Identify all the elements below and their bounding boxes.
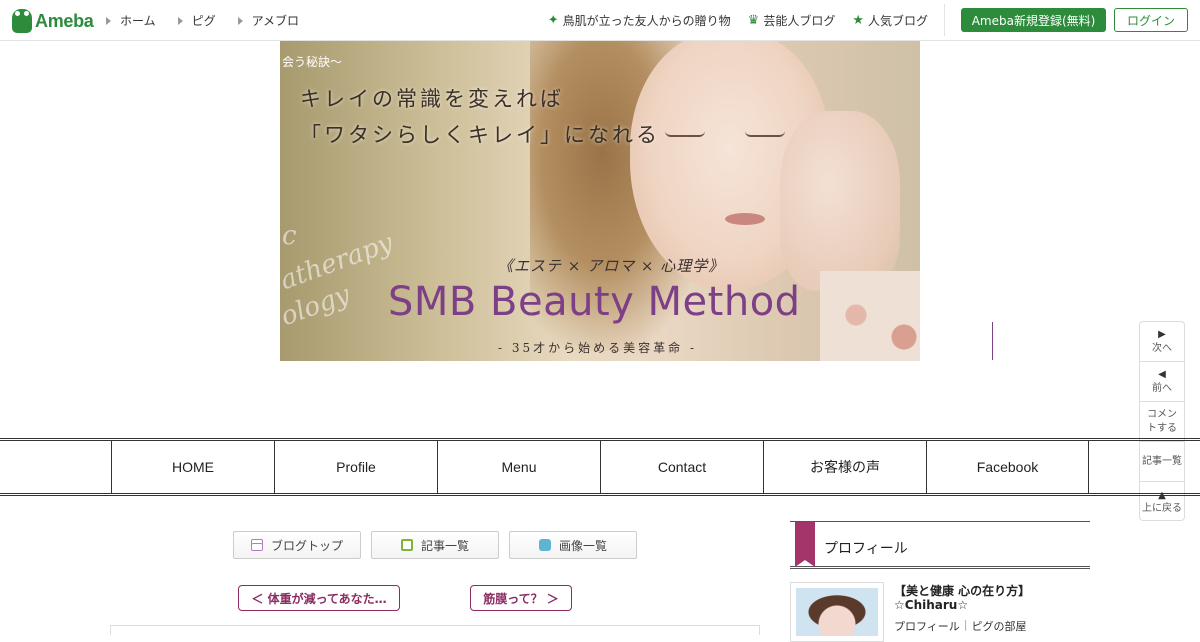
nav-ameblo[interactable]: アメブロ: [237, 12, 300, 29]
blog-top-label: ブログトップ: [270, 538, 343, 553]
nav-pigg-label: ピグ: [191, 14, 216, 28]
entry-list-tool-button[interactable]: 記事一覧: [371, 531, 499, 559]
caret-right-icon: [237, 16, 243, 25]
nav-pigg[interactable]: ピグ: [177, 12, 216, 29]
banner-tagline: - 35才から始める美容革命 -: [498, 341, 698, 355]
logo-text: Ameba: [35, 10, 94, 31]
nav-featured-label: 鳥肌が立った友人からの贈り物: [562, 14, 731, 28]
nav-ameblo-label: アメブロ: [251, 14, 300, 28]
blog-nav-facebook[interactable]: Facebook: [926, 441, 1089, 493]
profile-links: プロフィール | ピグの部屋: [894, 618, 1027, 634]
avatar: [796, 588, 878, 636]
blog-nav-testimonials[interactable]: お客様の声: [763, 441, 926, 493]
blog-navigation: HOME Profile Menu Contact お客様の声 Facebook: [0, 438, 1200, 496]
nav-featured-article[interactable]: ✦ 鳥肌が立った友人からの贈り物: [548, 12, 731, 29]
banner-headline-2: 「ワタシらしくキレイ」になれる: [300, 123, 660, 147]
document-icon: [250, 539, 263, 551]
nav-home-label: ホーム: [120, 14, 156, 28]
blog-header-banner[interactable]: c atherapy ology 会う秘訣～ キレイの常識を変えれば 「ワタシら…: [280, 41, 920, 361]
link-separator: |: [963, 618, 968, 631]
star-icon: ★: [852, 13, 864, 28]
prev-entry-label: 前へ: [1152, 382, 1172, 394]
ameba-logo[interactable]: Ameba: [12, 8, 94, 34]
nav-popular-blog[interactable]: ★ 人気ブログ: [852, 12, 928, 29]
prev-article-link[interactable]: ＜ 体重が減ってあなた…: [238, 585, 400, 611]
caret-right-icon: [177, 16, 183, 25]
blog-top-button[interactable]: ブログトップ: [233, 531, 361, 559]
image-list-label: 画像一覧: [558, 538, 607, 553]
play-right-icon: ▶: [1158, 329, 1166, 340]
entry-list-tool-label: 記事一覧: [420, 538, 469, 553]
profile-heading: プロフィール: [824, 541, 908, 557]
comment-button[interactable]: コメントする: [1140, 402, 1184, 442]
blog-nav-menu[interactable]: Menu: [437, 441, 600, 493]
decorative-line: [992, 322, 993, 360]
banner-photo-blouse: [820, 271, 920, 361]
login-button[interactable]: ログイン: [1114, 8, 1188, 32]
banner-subtitle: 《エステ × アロマ × 心理学》: [498, 257, 725, 275]
register-button[interactable]: Ameba新規登録(無料): [961, 8, 1106, 32]
play-left-icon: ◀: [1158, 369, 1166, 380]
article-body: [110, 625, 760, 635]
blog-nav-home[interactable]: HOME: [111, 441, 274, 493]
profile-heading-box: プロフィール: [790, 521, 1090, 569]
header-nav-right: ✦ 鳥肌が立った友人からの贈り物 ♛ 芸能人ブログ ★ 人気ブログ: [531, 12, 928, 29]
banner-photo-eyes: [665, 131, 795, 139]
blog-nav-profile[interactable]: Profile: [274, 441, 437, 493]
nav-celebrity-label: 芸能人ブログ: [763, 14, 836, 28]
profile-name-line-2: ☆Chiharu☆: [894, 598, 969, 612]
profile-avatar[interactable]: [790, 582, 884, 642]
back-to-top-label: 上に戻る: [1142, 503, 1182, 514]
blog-nav-contact[interactable]: Contact: [600, 441, 763, 493]
image-list-button[interactable]: 画像一覧: [509, 531, 637, 559]
nav-home[interactable]: ホーム: [106, 12, 156, 29]
pigg-room-link[interactable]: ピグの部屋: [972, 618, 1027, 634]
banner-photo-lips: [725, 213, 765, 225]
ameba-frog-icon: [12, 9, 32, 33]
caret-right-icon: [106, 16, 111, 25]
profile-name-line-1: 【美と健康 心の在り方】: [894, 584, 1031, 598]
banner-small-text: 会う秘訣～: [282, 55, 343, 69]
camera-icon: [538, 539, 551, 551]
banner-title: SMB Beauty Method: [388, 279, 801, 325]
nav-popular-label: 人気ブログ: [867, 14, 928, 28]
header-nav-left: ホーム ピグ アメブロ: [106, 12, 321, 29]
sparkle-icon: ✦: [547, 13, 559, 28]
global-header: Ameba ホーム ピグ アメブロ ✦ 鳥肌が立った友人からの贈り物 ♛ 芸能人…: [0, 0, 1200, 41]
nav-celebrity-blog[interactable]: ♛ 芸能人ブログ: [748, 12, 836, 29]
comment-label: コメントする: [1147, 409, 1177, 434]
next-entry-button[interactable]: ▶ 次へ: [1140, 322, 1184, 362]
prev-entry-button[interactable]: ◀ 前へ: [1140, 362, 1184, 402]
banner-photo-hand: [780, 111, 900, 291]
banner-headline-1: キレイの常識を変えれば: [300, 87, 564, 111]
banner-script-word: c: [282, 221, 297, 251]
next-entry-label: 次へ: [1152, 342, 1172, 354]
ribbon-icon: [795, 522, 815, 567]
profile-link[interactable]: プロフィール: [894, 618, 960, 634]
header-divider: [944, 4, 945, 36]
copy-icon: [400, 539, 413, 551]
crown-icon: ♛: [747, 13, 760, 28]
next-article-link[interactable]: 筋膜って？ ＞: [470, 585, 572, 611]
